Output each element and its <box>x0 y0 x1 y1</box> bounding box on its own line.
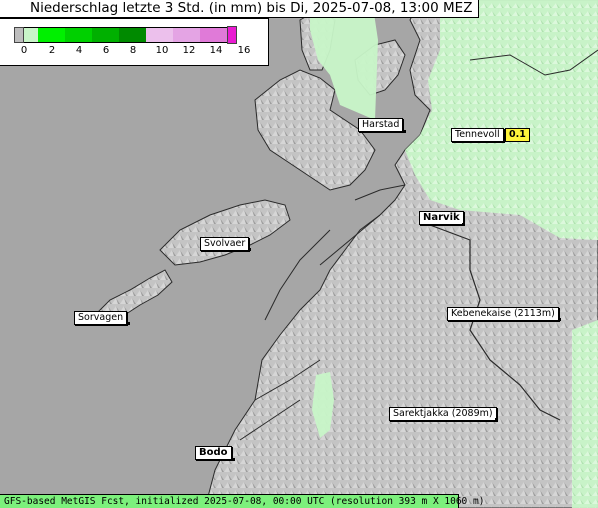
legend-tick: 14 <box>209 45 223 56</box>
legend-swatch <box>24 27 38 43</box>
legend-swatch <box>38 27 65 43</box>
place-marker <box>232 458 235 461</box>
map-title: Niederschlag letzte 3 Std. (in mm) bis D… <box>0 0 480 18</box>
place-marker <box>127 322 130 325</box>
legend-colorbar <box>14 26 237 44</box>
precip-value-tennevoll: 0.1 <box>505 128 530 142</box>
legend-end-low <box>14 27 24 43</box>
place-label-sarektjakka: Sarektjakka (2089m) <box>389 407 497 421</box>
weather-map: Niederschlag letzte 3 Std. (in mm) bis D… <box>0 0 598 508</box>
legend-swatch <box>146 27 173 43</box>
legend-tick: 2 <box>48 45 56 56</box>
legend-tick: 6 <box>102 45 110 56</box>
place-label-harstad: Harstad <box>358 118 404 132</box>
place-marker <box>248 248 251 251</box>
place-label-svolvaer: Svolvaer <box>200 237 250 251</box>
legend-swatch <box>65 27 92 43</box>
legend-tick: 0 <box>20 45 28 56</box>
place-marker <box>462 223 465 226</box>
legend-swatch <box>173 27 200 43</box>
legend-tick: 4 <box>75 45 83 56</box>
place-label-bodo: Bodo <box>195 446 232 460</box>
forecast-footer: GFS-based MetGIS Fcst, initialized 2025-… <box>0 494 484 508</box>
place-marker <box>495 418 498 421</box>
legend-swatch <box>200 27 227 43</box>
place-marker <box>558 318 561 321</box>
precip-area-east <box>572 320 598 508</box>
map-canvas <box>0 0 598 508</box>
legend-tick: 10 <box>155 45 169 56</box>
place-label-narvik: Narvik <box>419 211 464 225</box>
place-marker <box>403 130 406 133</box>
place-label-tennevoll: Tennevoll <box>451 128 504 142</box>
legend-end-high <box>227 26 237 44</box>
place-label-sorvagen: Sorvagen <box>74 311 128 325</box>
legend-tick: 16 <box>237 45 251 56</box>
legend-tick: 8 <box>129 45 137 56</box>
precip-legend: 0 2 4 6 8 10 12 14 16 <box>0 18 269 66</box>
legend-swatch <box>119 27 146 43</box>
place-label-kebnekaise: Kebenekaise (2113m) <box>447 307 559 321</box>
legend-tick: 12 <box>182 45 196 56</box>
legend-swatch <box>92 27 119 43</box>
